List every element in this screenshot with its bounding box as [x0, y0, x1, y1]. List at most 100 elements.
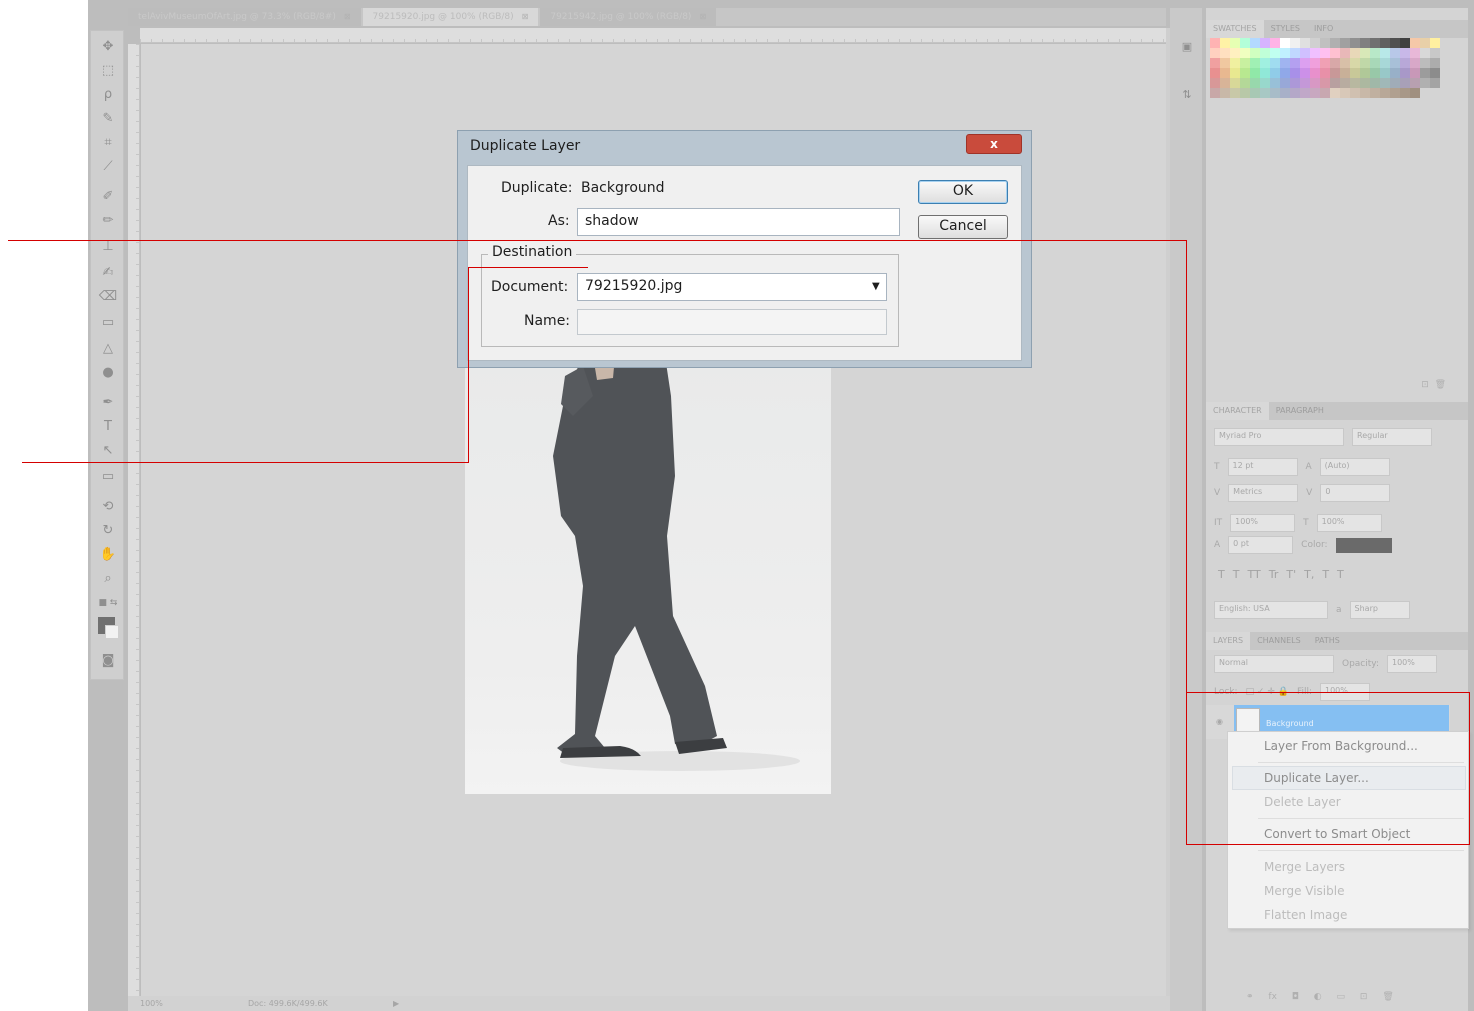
color-swatch[interactable]: [1350, 78, 1360, 88]
color-swatch[interactable]: [1370, 48, 1380, 58]
color-swatch[interactable]: [1330, 38, 1340, 48]
color-swatch[interactable]: [1280, 78, 1290, 88]
color-swatch[interactable]: [1240, 58, 1250, 68]
color-swatch[interactable]: [1420, 68, 1430, 78]
zoom-tool-icon[interactable]: ⌕: [97, 569, 119, 589]
color-swatch[interactable]: [1260, 88, 1270, 98]
type-tool-icon[interactable]: T: [97, 417, 119, 437]
color-swatch[interactable]: [1230, 78, 1240, 88]
color-swatch[interactable]: [1280, 58, 1290, 68]
color-swatch[interactable]: [1400, 58, 1410, 68]
color-swatch[interactable]: [1340, 38, 1350, 48]
color-swatch[interactable]: [1430, 78, 1440, 88]
color-swatch[interactable]: [1290, 88, 1300, 98]
color-swatch[interactable]: [1390, 38, 1400, 48]
delete-swatch-icon[interactable]: 🗑: [1435, 380, 1446, 390]
color-swatch[interactable]: [1290, 38, 1300, 48]
document-image[interactable]: [465, 356, 831, 794]
tab-styles[interactable]: STYLES: [1264, 20, 1307, 38]
color-swatch[interactable]: [1330, 88, 1340, 98]
color-swatch[interactable]: [1360, 48, 1370, 58]
status-arrow-icon[interactable]: ▶: [393, 996, 399, 1011]
color-swatch[interactable]: [1380, 88, 1390, 98]
close-tab-icon[interactable]: ⊠: [344, 12, 351, 21]
color-swatch[interactable]: [1320, 68, 1330, 78]
zoom-level[interactable]: 100%: [140, 996, 163, 1011]
color-swatch[interactable]: [1380, 68, 1390, 78]
color-swatch[interactable]: [1360, 38, 1370, 48]
underline-icon[interactable]: T: [1322, 568, 1329, 581]
color-swatch[interactable]: [1220, 88, 1230, 98]
color-swatch[interactable]: [1380, 38, 1390, 48]
swap-colors-icon[interactable]: ■ ⇆: [97, 593, 119, 613]
color-swatch[interactable]: [1380, 58, 1390, 68]
font-style-select[interactable]: Regular: [1352, 428, 1432, 446]
color-swatch[interactable]: [1410, 38, 1420, 48]
pen-tool-icon[interactable]: ✒: [97, 393, 119, 413]
dropdown-arrow-icon[interactable]: ▼: [872, 281, 880, 292]
antialias-select[interactable]: Sharp: [1349, 601, 1410, 619]
color-swatch[interactable]: [1300, 38, 1310, 48]
as-name-input[interactable]: shadow: [577, 208, 900, 236]
language-select[interactable]: English: USA: [1214, 601, 1328, 619]
color-swatch[interactable]: [1300, 78, 1310, 88]
leading-field[interactable]: (Auto): [1319, 458, 1390, 476]
color-swatch[interactable]: [1410, 48, 1420, 58]
blur-tool-icon[interactable]: △: [97, 339, 119, 359]
close-tab-icon[interactable]: ⊠: [699, 12, 706, 21]
navigator-icon[interactable]: ▣: [1177, 38, 1197, 56]
tab-channels[interactable]: CHANNELS: [1250, 632, 1308, 650]
color-swatch[interactable]: [1230, 68, 1240, 78]
color-swatch[interactable]: [1420, 38, 1430, 48]
3d-orbit-tool-icon[interactable]: ↻: [97, 521, 119, 541]
menu-item-delete-layer[interactable]: Delete Layer: [1264, 795, 1341, 809]
3d-rotate-tool-icon[interactable]: ⟲: [97, 497, 119, 517]
tracking-field[interactable]: 0: [1320, 484, 1391, 502]
strikethrough-icon[interactable]: T: [1337, 568, 1344, 581]
color-swatch[interactable]: [1430, 68, 1440, 78]
superscript-icon[interactable]: T': [1286, 568, 1296, 581]
vertical-scale-field[interactable]: 100%: [1230, 514, 1296, 532]
vertical-ruler[interactable]: [128, 44, 140, 996]
color-swatch[interactable]: [1350, 38, 1360, 48]
color-swatch[interactable]: [1330, 78, 1340, 88]
color-swatch[interactable]: [1240, 78, 1250, 88]
color-swatch[interactable]: [1430, 58, 1440, 68]
tab-character[interactable]: CHARACTER: [1206, 402, 1269, 420]
color-swatch[interactable]: [1260, 48, 1270, 58]
color-swatch[interactable]: [1320, 58, 1330, 68]
color-swatch[interactable]: [1270, 68, 1280, 78]
color-swatch[interactable]: [1270, 48, 1280, 58]
color-swatch[interactable]: [1230, 48, 1240, 58]
color-swatch[interactable]: [1280, 38, 1290, 48]
eyedropper-tool-icon[interactable]: ⟋: [97, 157, 119, 177]
color-swatch[interactable]: [1290, 68, 1300, 78]
lasso-tool-icon[interactable]: ρ: [97, 85, 119, 105]
color-swatch[interactable]: [1280, 88, 1290, 98]
color-swatch[interactable]: [1360, 78, 1370, 88]
color-swatch[interactable]: [1310, 38, 1320, 48]
color-swatch[interactable]: [1250, 48, 1260, 58]
link-layers-icon[interactable]: ⚭: [1246, 992, 1254, 1002]
document-tab-3[interactable]: 79215942.jpg @ 100% (RGB/8) ⊠: [540, 8, 717, 26]
color-swatch[interactable]: [1330, 58, 1340, 68]
color-swatch[interactable]: [1290, 78, 1300, 88]
healing-brush-tool-icon[interactable]: ✐: [97, 187, 119, 207]
document-tab-2[interactable]: 79215920.jpg @ 100% (RGB/8) ⊠: [362, 8, 539, 26]
color-swatch[interactable]: [1300, 48, 1310, 58]
color-swatch[interactable]: [1390, 48, 1400, 58]
history-icon[interactable]: ⇅: [1177, 86, 1197, 104]
small-caps-icon[interactable]: Tr: [1269, 568, 1279, 581]
tab-layers[interactable]: LAYERS: [1206, 632, 1251, 650]
color-swatch[interactable]: [1370, 68, 1380, 78]
color-swatch[interactable]: [1420, 78, 1430, 88]
color-swatch[interactable]: [1370, 78, 1380, 88]
color-swatch[interactable]: [1310, 88, 1320, 98]
quick-select-tool-icon[interactable]: ✎: [97, 109, 119, 129]
color-swatch[interactable]: [1260, 78, 1270, 88]
color-swatch[interactable]: [1330, 68, 1340, 78]
color-swatch[interactable]: [1210, 68, 1220, 78]
color-swatch[interactable]: [1250, 58, 1260, 68]
color-swatch[interactable]: [1370, 58, 1380, 68]
color-swatch[interactable]: [1210, 38, 1220, 48]
